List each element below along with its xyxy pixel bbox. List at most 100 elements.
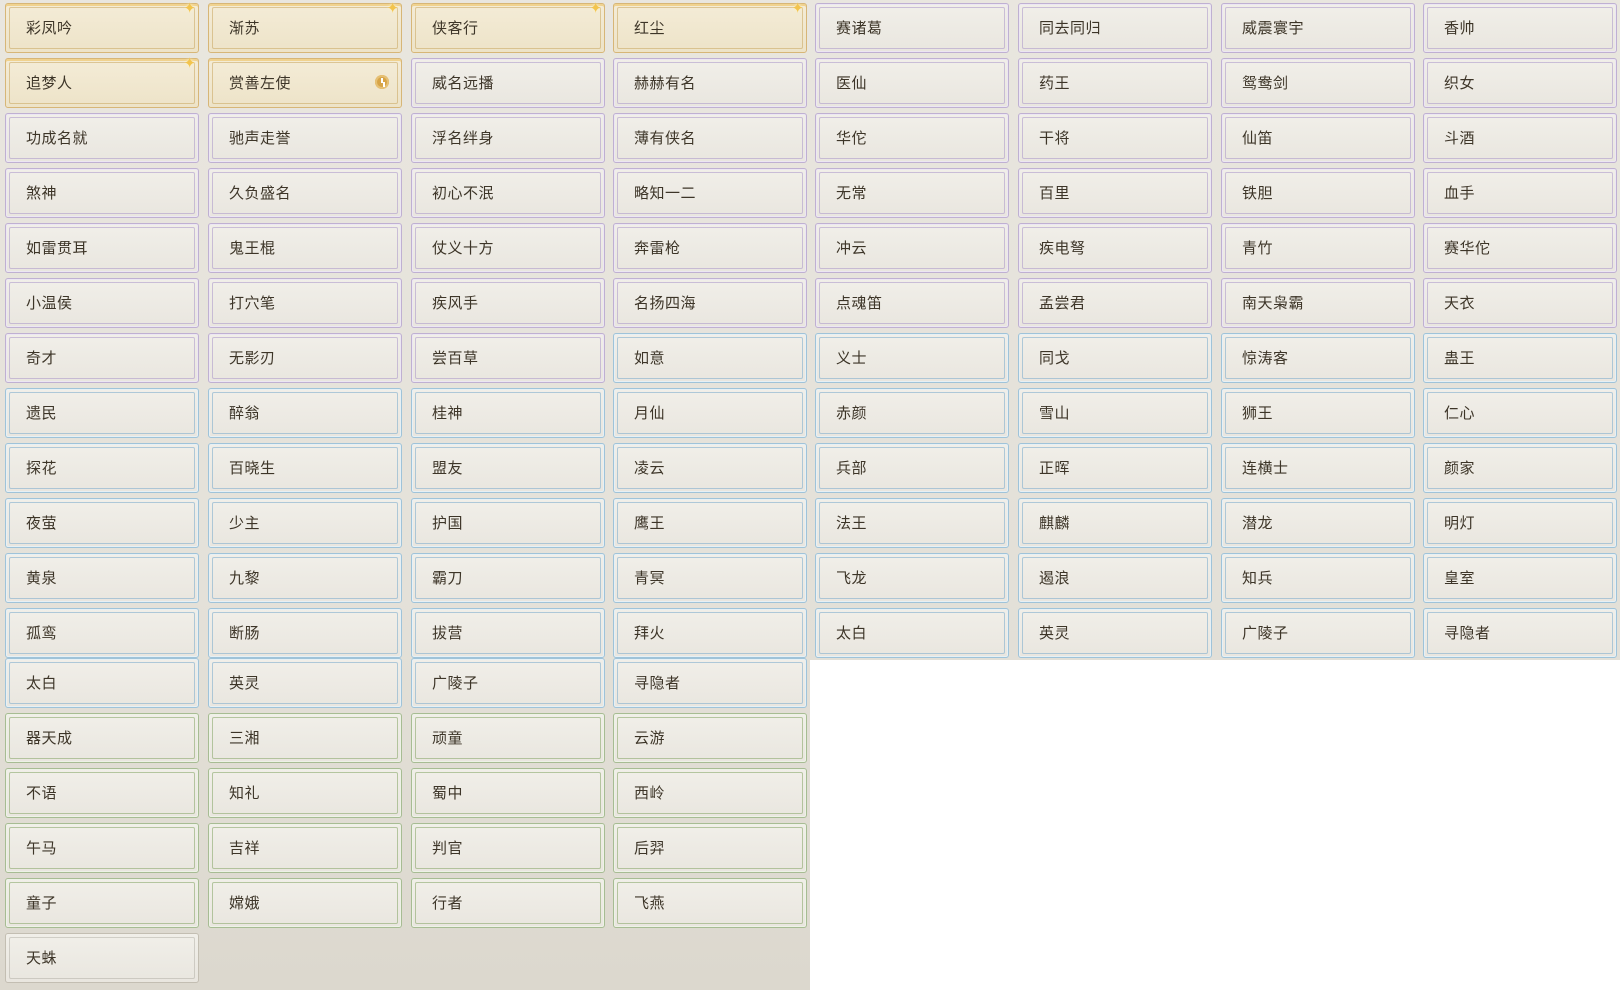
title-tile[interactable]: 孟尝君 — [1018, 278, 1212, 328]
title-tile[interactable]: 同去同归 — [1018, 3, 1212, 53]
title-tile[interactable]: 云游 — [613, 713, 807, 763]
title-tile[interactable]: 赛诸葛 — [815, 3, 1009, 53]
title-tile[interactable]: 雪山 — [1018, 388, 1212, 438]
title-tile[interactable]: 斗酒 — [1423, 113, 1617, 163]
title-tile[interactable]: 仗义十方 — [411, 223, 605, 273]
title-tile[interactable]: 名扬四海 — [613, 278, 807, 328]
title-tile[interactable]: 鸳鸯剑 — [1221, 58, 1415, 108]
title-tile[interactable]: 仁心 — [1423, 388, 1617, 438]
title-tile[interactable]: 久负盛名 — [208, 168, 402, 218]
title-tile[interactable]: 狮王 — [1221, 388, 1415, 438]
title-tile[interactable]: 英灵 — [208, 658, 402, 708]
title-tile[interactable]: 红尘 ✦ — [613, 1, 807, 53]
title-tile[interactable]: 断肠 — [208, 608, 402, 658]
title-tile[interactable]: 彩凤吟 ✦ — [5, 1, 199, 53]
title-tile[interactable]: 广陵子 — [411, 658, 605, 708]
title-tile[interactable]: 初心不泯 — [411, 168, 605, 218]
title-tile[interactable]: 吉祥 — [208, 823, 402, 873]
title-tile[interactable]: 青冥 — [613, 553, 807, 603]
title-tile[interactable]: 天蛛 — [5, 933, 199, 983]
title-tile[interactable]: 遏浪 — [1018, 553, 1212, 603]
title-tile[interactable]: 拔营 — [411, 608, 605, 658]
title-tile[interactable]: 嫦娥 — [208, 878, 402, 928]
title-tile[interactable]: 青竹 — [1221, 223, 1415, 273]
title-tile[interactable]: 飞龙 — [815, 553, 1009, 603]
title-tile[interactable]: 黄泉 — [5, 553, 199, 603]
title-tile[interactable]: 薄有侠名 — [613, 113, 807, 163]
title-tile[interactable]: 百里 — [1018, 168, 1212, 218]
title-tile[interactable]: 浮名绊身 — [411, 113, 605, 163]
title-tile[interactable]: 行者 — [411, 878, 605, 928]
title-tile[interactable]: 冲云 — [815, 223, 1009, 273]
title-tile[interactable]: 护国 — [411, 498, 605, 548]
title-tile[interactable]: 鹰王 — [613, 498, 807, 548]
title-tile[interactable]: 渐苏 ✦ — [208, 1, 402, 53]
title-tile[interactable]: 拜火 — [613, 608, 807, 658]
title-tile[interactable]: 蛊王 — [1423, 333, 1617, 383]
title-tile[interactable]: 天衣 — [1423, 278, 1617, 328]
title-tile[interactable]: 略知一二 — [613, 168, 807, 218]
title-tile[interactable]: 赫赫有名 — [613, 58, 807, 108]
title-tile[interactable]: 同戈 — [1018, 333, 1212, 383]
title-tile[interactable]: 法王 — [815, 498, 1009, 548]
title-tile[interactable]: 醉翁 — [208, 388, 402, 438]
title-tile[interactable]: 功成名就 — [5, 113, 199, 163]
title-tile[interactable]: 桂神 — [411, 388, 605, 438]
title-tile[interactable]: 驰声走誉 — [208, 113, 402, 163]
title-tile[interactable]: 义士 — [815, 333, 1009, 383]
title-tile[interactable]: 追梦人 ✦ — [5, 56, 199, 108]
title-tile[interactable]: 霸刀 — [411, 553, 605, 603]
title-tile[interactable]: 遗民 — [5, 388, 199, 438]
title-tile[interactable]: 蜀中 — [411, 768, 605, 818]
title-tile[interactable]: 月仙 — [613, 388, 807, 438]
title-tile[interactable]: 如意 — [613, 333, 807, 383]
title-tile[interactable]: 英灵 — [1018, 608, 1212, 658]
title-tile[interactable]: 三湘 — [208, 713, 402, 763]
title-tile[interactable]: 奔雷枪 — [613, 223, 807, 273]
title-tile[interactable]: 香帅 — [1423, 3, 1617, 53]
title-tile[interactable]: 南天枭霸 — [1221, 278, 1415, 328]
title-tile[interactable]: 惊涛客 — [1221, 333, 1415, 383]
title-tile[interactable]: 小温侯 — [5, 278, 199, 328]
title-tile[interactable]: 明灯 — [1423, 498, 1617, 548]
title-tile[interactable]: 颜家 — [1423, 443, 1617, 493]
title-tile[interactable]: 赏善左使 — [208, 58, 402, 108]
title-tile[interactable]: 不语 — [5, 768, 199, 818]
title-tile[interactable]: 鬼王棍 — [208, 223, 402, 273]
title-tile[interactable]: 兵部 — [815, 443, 1009, 493]
title-tile[interactable]: 潜龙 — [1221, 498, 1415, 548]
title-tile[interactable]: 麒麟 — [1018, 498, 1212, 548]
title-tile[interactable]: 百晓生 — [208, 443, 402, 493]
title-tile[interactable]: 顽童 — [411, 713, 605, 763]
title-tile[interactable]: 威名远播 — [411, 58, 605, 108]
title-tile[interactable]: 九黎 — [208, 553, 402, 603]
title-tile[interactable]: 药王 — [1018, 58, 1212, 108]
title-tile[interactable]: 煞神 — [5, 168, 199, 218]
title-tile[interactable]: 疾风手 — [411, 278, 605, 328]
title-tile[interactable]: 探花 — [5, 443, 199, 493]
title-tile[interactable]: 铁胆 — [1221, 168, 1415, 218]
title-tile[interactable]: 连横士 — [1221, 443, 1415, 493]
title-tile[interactable]: 后羿 — [613, 823, 807, 873]
title-tile[interactable]: 童子 — [5, 878, 199, 928]
title-tile[interactable]: 寻隐者 — [1423, 608, 1617, 658]
title-tile[interactable]: 如雷贯耳 — [5, 223, 199, 273]
title-tile[interactable]: 赛华佗 — [1423, 223, 1617, 273]
title-tile[interactable]: 夜萤 — [5, 498, 199, 548]
title-tile[interactable]: 仙笛 — [1221, 113, 1415, 163]
title-tile[interactable]: 血手 — [1423, 168, 1617, 218]
title-tile[interactable]: 飞燕 — [613, 878, 807, 928]
title-tile[interactable]: 器天成 — [5, 713, 199, 763]
title-tile[interactable]: 打穴笔 — [208, 278, 402, 328]
title-tile[interactable]: 凌云 — [613, 443, 807, 493]
title-tile[interactable]: 判官 — [411, 823, 605, 873]
title-tile[interactable]: 侠客行 ✦ — [411, 1, 605, 53]
title-tile[interactable]: 奇才 — [5, 333, 199, 383]
title-tile[interactable]: 知兵 — [1221, 553, 1415, 603]
title-tile[interactable]: 西岭 — [613, 768, 807, 818]
title-tile[interactable]: 无常 — [815, 168, 1009, 218]
title-tile[interactable]: 无影刃 — [208, 333, 402, 383]
title-tile[interactable]: 盟友 — [411, 443, 605, 493]
title-tile[interactable]: 赤颜 — [815, 388, 1009, 438]
title-tile[interactable]: 太白 — [5, 658, 199, 708]
